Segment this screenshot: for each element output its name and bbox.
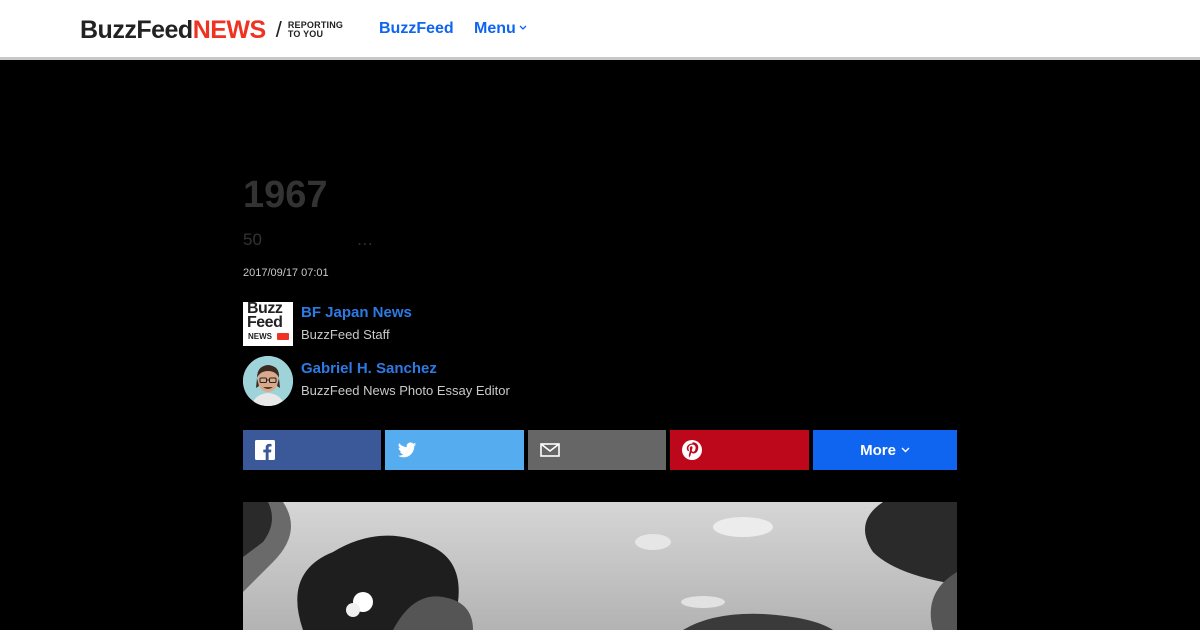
article-subtitle: 50 … [243,230,374,249]
nav-menu-button[interactable]: Menu [474,20,527,38]
twitter-icon [397,442,417,458]
share-more-label: More [860,441,896,459]
article-title: 1967 [243,174,328,216]
logo-buzzfeed-text: BuzzFeed [80,15,193,44]
nav-buzzfeed-link[interactable]: BuzzFeed [379,20,454,38]
byline-author-link[interactable]: BF Japan News [301,304,412,321]
black-and-white-photo [243,502,957,630]
chevron-down-icon [519,23,527,34]
share-more-button[interactable]: More [813,430,957,470]
share-pinterest-button[interactable] [670,430,809,470]
nav-menu-label: Menu [474,20,516,37]
logo-news-text: NEWS [192,15,267,44]
share-twitter-button[interactable] [385,430,524,470]
byline-author-role: BuzzFeed News Photo Essay Editor [301,383,510,398]
share-facebook-button[interactable] [243,430,381,470]
top-navigation-bar: BuzzFeed NEWS / REPORTING TO YOU BuzzFee… [0,0,1200,60]
logo-slash: / [275,17,282,42]
pinterest-icon [682,440,702,460]
buzzfeed-news-logo[interactable]: BuzzFeed NEWS / REPORTING TO YOU [80,14,343,46]
avatar-gabriel-sanchez[interactable] [243,356,293,406]
chevron-down-icon [901,445,910,456]
avatar-text-feed: Feed [247,314,283,331]
facebook-icon [255,440,275,460]
byline-author-link[interactable]: Gabriel H. Sanchez [301,360,437,377]
avatar-bf-japan-news[interactable]: Buzz Feed NEWS [243,302,293,346]
byline-author-role: BuzzFeed Staff [301,327,390,342]
email-icon [540,443,560,457]
share-email-button[interactable] [528,430,666,470]
avatar-jp-badge [277,333,289,340]
person-portrait-icon [243,356,293,406]
lead-photo [243,502,957,630]
avatar-text-news: NEWS [248,332,272,341]
logo-tagline: REPORTING TO YOU [288,21,343,39]
tagline-line-2: TO YOU [287,29,324,39]
article-timestamp: 2017/09/17 07:01 [243,267,329,279]
